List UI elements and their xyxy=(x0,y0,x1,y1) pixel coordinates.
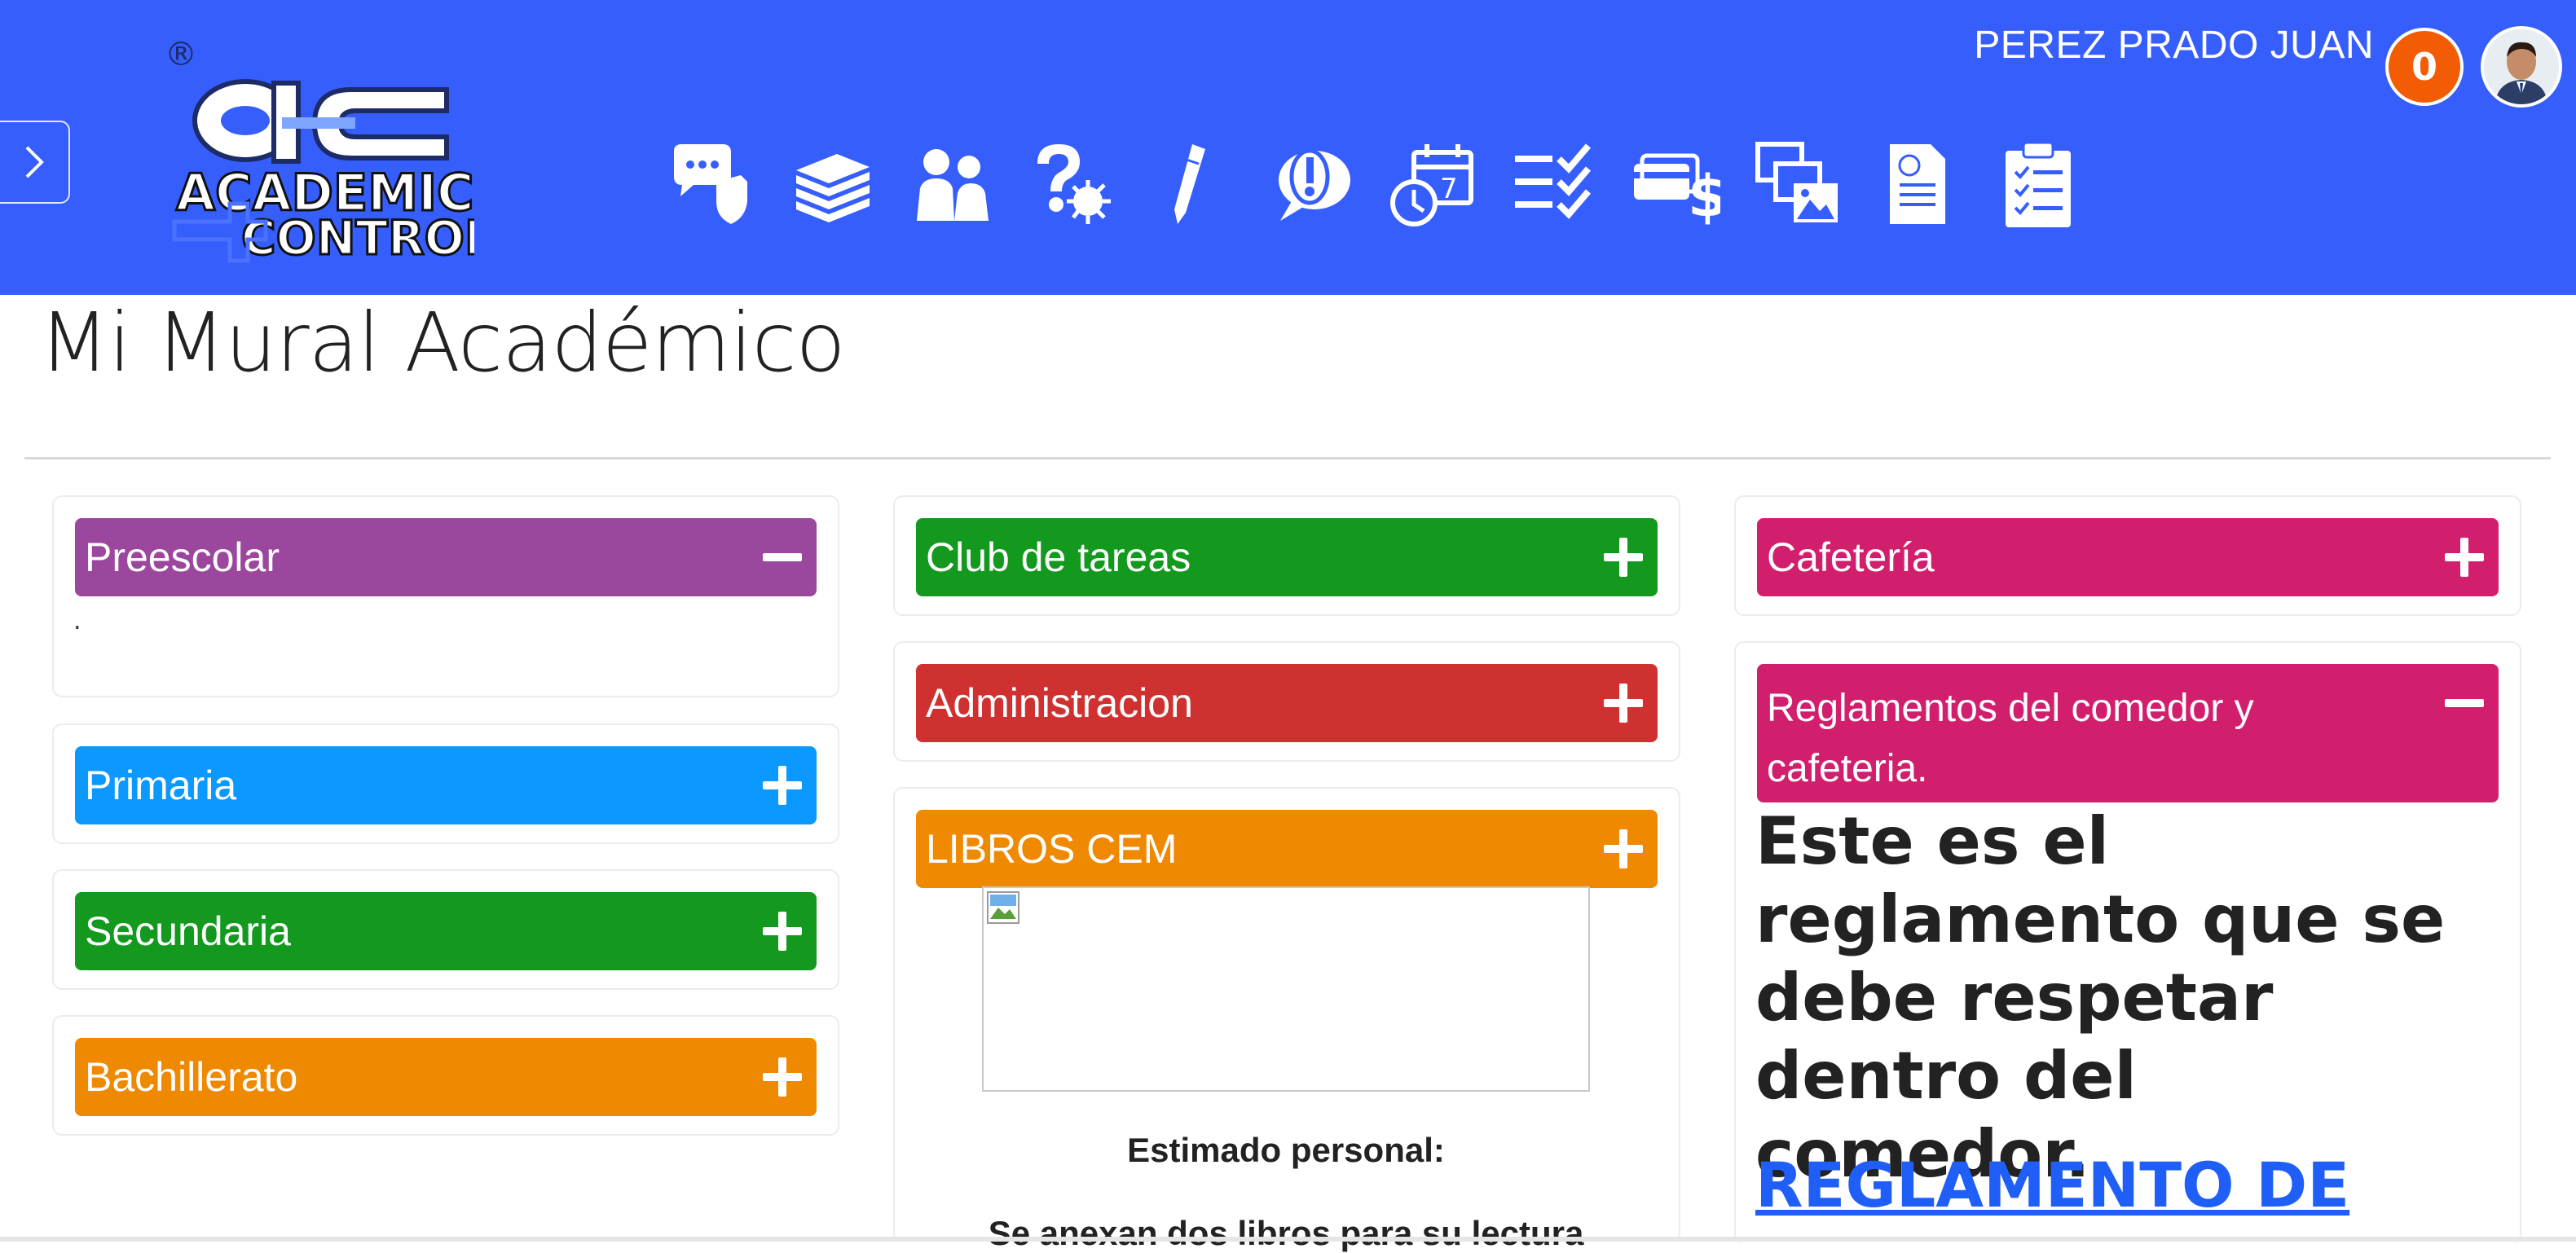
reglamento-link[interactable]: REGLAMENTO DE xyxy=(1755,1149,2349,1221)
panel-title: Primaria xyxy=(85,763,237,808)
sidebar-expand-button[interactable] xyxy=(0,121,70,204)
page-title: Mi Mural Académico xyxy=(39,295,846,390)
svg-text:$: $ xyxy=(1688,163,1720,229)
panel-title-line1: Reglamentos del comedor y xyxy=(1767,687,2254,730)
notification-badge[interactable]: 0 xyxy=(2385,28,2464,106)
expand-plus-icon[interactable] xyxy=(763,912,802,951)
document-icon[interactable] xyxy=(1868,135,1966,233)
calendar-day-number: 7 xyxy=(1440,173,1458,205)
expand-plus-icon[interactable] xyxy=(763,766,802,805)
people-icon[interactable] xyxy=(903,135,1001,233)
panel-title: Club de tareas xyxy=(926,534,1191,580)
calendar-clock-icon[interactable]: 7 xyxy=(1385,135,1483,233)
libros-greeting: Estimado personal: xyxy=(1127,1131,1445,1169)
alert-chat-icon[interactable] xyxy=(1263,135,1361,233)
pencil-icon[interactable] xyxy=(1141,135,1239,233)
expand-plus-icon[interactable] xyxy=(1604,538,1643,577)
ac-mark-icon xyxy=(192,79,449,164)
panel-title: Administracion xyxy=(926,680,1193,726)
avatar[interactable] xyxy=(2481,26,2562,108)
panel-title: Secundaria xyxy=(85,908,291,954)
panel-header-primaria[interactable]: Primaria xyxy=(75,746,817,824)
gallery-icon[interactable] xyxy=(1749,135,1847,233)
title-divider xyxy=(24,457,2551,459)
expand-plus-icon[interactable] xyxy=(1604,684,1643,723)
expand-plus-icon[interactable] xyxy=(763,1057,802,1097)
broken-image xyxy=(982,886,1590,1092)
card-bachillerato: Bachillerato xyxy=(52,1015,839,1136)
collapse-minus-icon[interactable] xyxy=(763,538,802,577)
card-administracion: Administracion xyxy=(893,641,1680,762)
expand-plus-icon[interactable] xyxy=(1604,829,1643,868)
question-virus-icon[interactable] xyxy=(1020,135,1118,233)
panel-header-club-de-tareas[interactable]: Club de tareas xyxy=(916,518,1658,596)
panel-header-administracion[interactable]: Administracion xyxy=(916,664,1658,742)
panel-header-preescolar[interactable]: Preescolar xyxy=(75,518,817,596)
registered-mark: ® xyxy=(165,36,197,73)
broken-image-icon xyxy=(987,891,1019,924)
top-header: ® ACADEMIC CONTROL PEREZ PRADO JUAN 0 7 … xyxy=(0,0,2576,295)
logo-text-control: CONTROL xyxy=(241,210,474,264)
expand-plus-icon[interactable] xyxy=(2445,538,2484,577)
checklist-icon[interactable] xyxy=(1506,135,1604,233)
payment-card-icon[interactable]: $ xyxy=(1627,135,1724,233)
panel-title: Bachillerato xyxy=(85,1054,298,1100)
reglamento-text: Este es el reglamento que se debe respet… xyxy=(1755,803,2446,1192)
libros-body-text: Se anexan dos libros para su lectura xyxy=(988,1214,1584,1252)
user-photo-icon xyxy=(2484,29,2559,104)
card-preescolar: Preescolar xyxy=(52,495,839,697)
card-club-de-tareas: Club de tareas xyxy=(893,495,1680,616)
collapse-minus-icon[interactable] xyxy=(2445,684,2484,723)
panel-header-cafeteria[interactable]: Cafetería xyxy=(1757,518,2499,596)
chevron-right-icon xyxy=(25,146,44,178)
panel-title: LIBROS CEM xyxy=(926,826,1178,872)
panel-header-reglamentos[interactable]: Reglamentos del comedor y cafeteria. xyxy=(1757,664,2499,802)
card-cafeteria: Cafetería xyxy=(1734,495,2521,616)
panel-title-line2: cafeteria. xyxy=(1767,747,1928,790)
card-primaria: Primaria xyxy=(52,723,839,844)
panel-title: Preescolar xyxy=(85,534,280,580)
panel-title: Reglamentos del comedor y cafeteria. xyxy=(1767,679,2254,799)
card-secundaria: Secundaria xyxy=(52,869,839,990)
panel-header-bachillerato[interactable]: Bachillerato xyxy=(75,1038,817,1116)
panel-header-libros-cem[interactable]: LIBROS CEM xyxy=(916,810,1658,888)
panel-body-text: . xyxy=(73,607,81,635)
user-name[interactable]: PEREZ PRADO JUAN xyxy=(1974,23,2374,68)
panel-title: Cafetería xyxy=(1767,534,1935,580)
clipboard-list-icon[interactable] xyxy=(1990,135,2088,233)
window-bottom-edge xyxy=(0,1237,2576,1242)
chat-security-icon[interactable] xyxy=(662,135,760,233)
books-icon[interactable] xyxy=(784,135,882,233)
academic-control-logo[interactable]: ® ACADEMIC CONTROL xyxy=(160,33,495,267)
panel-header-secundaria[interactable]: Secundaria xyxy=(75,892,817,970)
